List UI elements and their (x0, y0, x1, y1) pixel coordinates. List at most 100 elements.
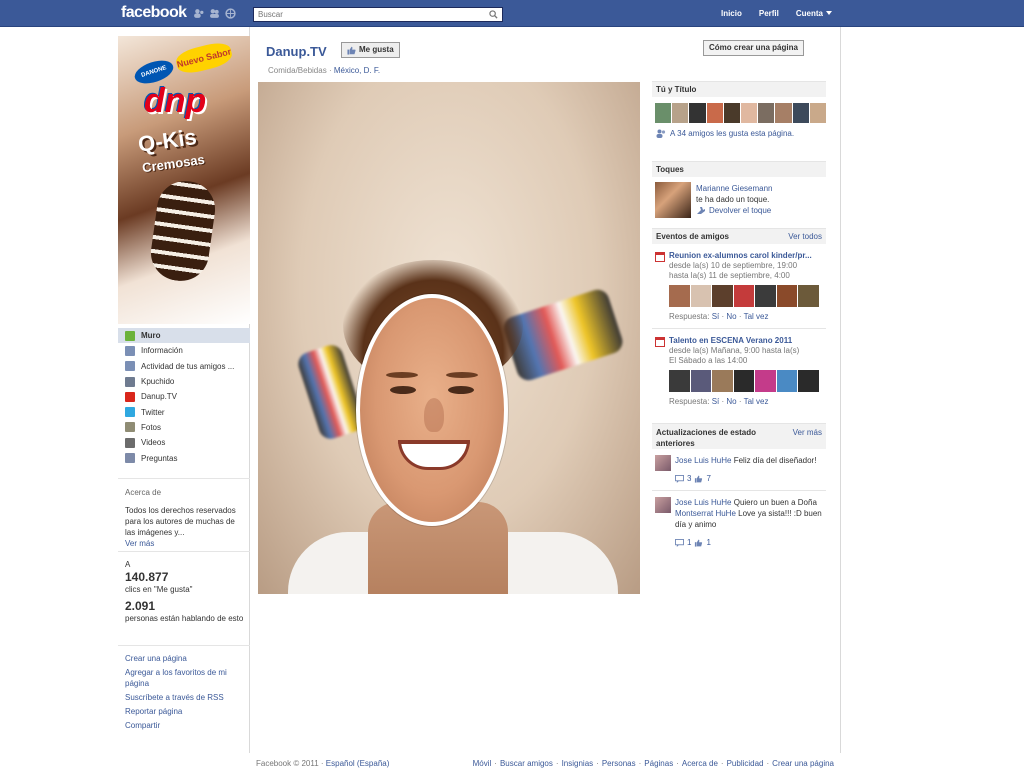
search-input[interactable] (254, 8, 482, 21)
search-icon[interactable] (489, 10, 498, 19)
create-page-link[interactable]: Crear una página (125, 653, 249, 664)
status-update: Jose Luis HuHe Quiero un buen a Doña Mon… (655, 497, 826, 548)
poke-back-link[interactable]: Devolver el toque (696, 205, 772, 216)
friends-like-line[interactable]: A 34 amigos les gusta esta página. (656, 129, 826, 138)
friend-thumbnail[interactable] (792, 103, 809, 123)
like-count[interactable]: 1 (706, 537, 710, 548)
poker-name[interactable]: Marianne Giesemann (696, 183, 772, 194)
footer-link[interactable]: Insignias (562, 759, 594, 768)
likes-label: clics en "Me gusta" (125, 585, 193, 594)
see-all-events-link[interactable]: Ver todos (788, 229, 822, 244)
attendee-thumbnail[interactable] (755, 285, 776, 307)
attendee-thumbnail[interactable] (712, 370, 733, 392)
nav-account[interactable]: Cuenta (796, 9, 832, 18)
attendee-thumbnail[interactable] (669, 370, 690, 392)
like-button[interactable]: Me gusta (341, 42, 400, 58)
sidebar-item-preguntas[interactable]: Preguntas (118, 450, 250, 465)
attendee-thumbnail[interactable] (733, 285, 755, 307)
attendee-thumbnail[interactable] (798, 285, 820, 307)
friend-thumbnail[interactable] (809, 103, 827, 123)
report-page-link[interactable]: Reportar página (125, 706, 249, 717)
response-label: Respuesta: (669, 312, 710, 321)
footer-link[interactable]: Personas (602, 759, 636, 768)
status-update: Jose Luis HuHe Feliz día del diseñador! … (655, 455, 826, 484)
sidebar-item-informaci-n[interactable]: Información (118, 343, 250, 358)
friend-thumbnail[interactable] (723, 103, 741, 123)
attendee-thumbnail[interactable] (755, 370, 776, 392)
main-photo[interactable] (258, 82, 640, 594)
avatar[interactable] (655, 497, 671, 513)
nav-profile[interactable]: Perfil (759, 9, 779, 18)
avatar[interactable] (655, 455, 671, 471)
nav-home[interactable]: Inicio (721, 9, 742, 18)
attendee-thumbnail[interactable] (669, 285, 690, 307)
status-author[interactable]: Jose Luis HuHe (675, 456, 731, 465)
profile-picture[interactable]: Nuevo Sabor DANONE dnp Q-Kis Cremosas (118, 36, 250, 324)
event-title[interactable]: Reunion ex-alumnos carol kinder/pr... (669, 251, 819, 261)
response-no-link[interactable]: No (726, 397, 736, 406)
you-and-box: Tú y Título A 34 amigos les gusta esta p… (652, 81, 827, 138)
attendee-thumbnail[interactable] (690, 285, 712, 307)
attendee-thumbnail[interactable] (798, 370, 820, 392)
comment-count[interactable]: 3 (687, 473, 691, 484)
friend-thumbnail[interactable] (706, 103, 723, 123)
friend-thumbnail[interactable] (689, 103, 706, 123)
like-count[interactable]: 7 (706, 473, 710, 484)
sidebar-item-kpuchido[interactable]: Kpuchido (118, 374, 250, 389)
friend-thumbnail[interactable] (672, 103, 689, 123)
sidebar-item-muro[interactable]: Muro (118, 328, 250, 344)
friend-thumbnail[interactable] (655, 103, 672, 123)
footer-link[interactable]: Páginas (644, 759, 673, 768)
app-star-icon (125, 376, 135, 387)
notifications-globe-icon[interactable] (225, 8, 236, 19)
messages-icon[interactable] (209, 8, 220, 19)
see-more-updates-link[interactable]: Ver más (793, 427, 822, 438)
rss-subscribe-link[interactable]: Suscríbete a través de RSS (125, 692, 249, 703)
footer-link[interactable]: Móvil (473, 759, 492, 768)
response-maybe-link[interactable]: Tal vez (744, 312, 769, 321)
footer-link[interactable]: Crear una página (772, 759, 834, 768)
response-yes-link[interactable]: Sí (712, 397, 720, 406)
attendee-thumbnail[interactable] (712, 285, 733, 307)
share-link[interactable]: Compartir (125, 720, 249, 731)
sidebar-item-label: Muro (141, 331, 161, 341)
friend-thumbnail[interactable] (758, 103, 775, 123)
about-see-more-link[interactable]: Ver más (125, 538, 245, 549)
event-title[interactable]: Talento en ESCENA Verano 2011 (669, 336, 819, 346)
sidebar-item-fotos[interactable]: Fotos (118, 420, 250, 435)
facebook-logo[interactable]: facebook (121, 4, 187, 22)
attendee-thumbnail[interactable] (776, 370, 798, 392)
footer-link[interactable]: Publicidad (727, 759, 764, 768)
attendee-thumbnail[interactable] (776, 285, 798, 307)
response-maybe-link[interactable]: Tal vez (744, 397, 769, 406)
sidebar-item-actividad-de-tus-amigos[interactable]: Actividad de tus amigos ... (118, 359, 250, 374)
page-title[interactable]: Danup.TV (266, 44, 327, 59)
comment-count[interactable]: 1 (687, 537, 691, 548)
footer-copyright: Facebook © 2011 · (256, 759, 324, 768)
thumbs-up-icon[interactable] (694, 475, 703, 483)
friend-thumbnail[interactable] (741, 103, 758, 123)
avatar[interactable] (655, 182, 691, 218)
sidebar-item-videos[interactable]: Videos (118, 435, 250, 450)
box-heading: Toques (652, 161, 826, 177)
status-mention[interactable]: Montserrat HuHe (675, 509, 736, 518)
page-location-link[interactable]: México, D. F. (334, 66, 380, 75)
comment-icon[interactable] (675, 538, 684, 547)
footer-link[interactable]: Buscar amigos (500, 759, 553, 768)
response-yes-link[interactable]: Sí (712, 312, 720, 321)
attendee-thumbnail[interactable] (733, 370, 755, 392)
notification-jewels (193, 8, 236, 19)
friend-requests-icon[interactable] (193, 8, 204, 19)
response-no-link[interactable]: No (726, 312, 736, 321)
sidebar-item-twitter[interactable]: Twitter (118, 404, 250, 419)
thumbs-up-icon[interactable] (694, 539, 703, 547)
create-page-button[interactable]: Cómo crear una página (703, 40, 804, 56)
comment-icon[interactable] (675, 474, 684, 483)
add-to-favorites-link[interactable]: Agregar a los favoritos de mi página (125, 667, 249, 689)
footer-link[interactable]: Acerca de (682, 759, 718, 768)
status-author[interactable]: Jose Luis HuHe (675, 498, 731, 507)
friend-thumbnail[interactable] (775, 103, 792, 123)
footer-language-link[interactable]: Español (España) (326, 759, 390, 768)
attendee-thumbnail[interactable] (690, 370, 712, 392)
sidebar-item-danup-tv[interactable]: Danup.TV (118, 389, 250, 404)
